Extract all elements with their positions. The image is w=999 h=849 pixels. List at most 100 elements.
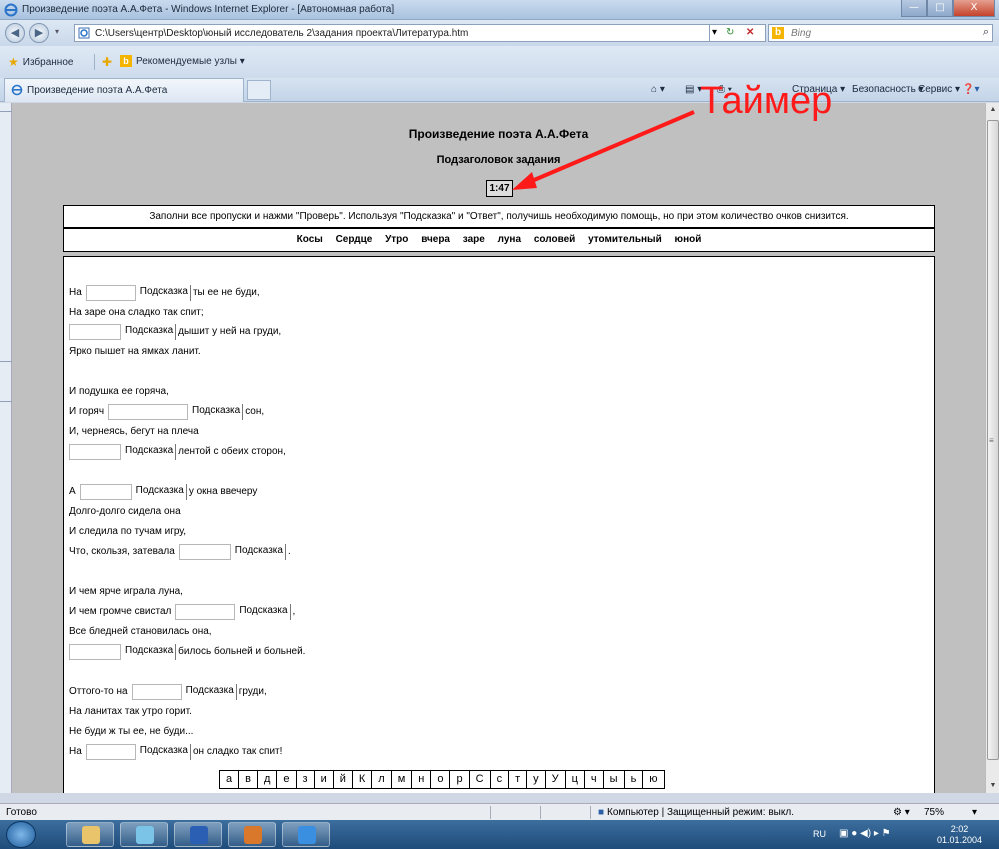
zoom-dropdown-icon[interactable]: ▾ [972,807,977,818]
letter-button[interactable]: ь [624,770,644,789]
stop-icon[interactable]: ✕ [746,27,754,38]
letter-button[interactable]: ц [565,770,585,789]
letter-button[interactable]: ч [584,770,604,789]
gap-input[interactable] [85,285,136,301]
word-bank-item: луна [497,234,522,245]
language-indicator[interactable]: RU [813,829,826,839]
address-input[interactable]: C:\Users\центр\Desktop\юный исследовател… [74,24,710,42]
taskbar-network[interactable] [120,822,168,847]
clock[interactable]: 2:02 01.01.2004 [937,824,982,846]
taskbar-ie[interactable] [282,822,330,847]
poem-line: На Подсказка он сладко так спит! [69,743,282,761]
start-button[interactable] [6,821,36,848]
poem-line: И чем ярче играла луна, [69,583,187,601]
minimize-button[interactable]: — [901,0,927,17]
search-box[interactable]: b Bing ⌕ [768,24,993,42]
page-viewport: Произведение поэта А.А.Фета Подзаголовок… [12,103,985,793]
service-menu[interactable]: Сервис ▾ [918,84,960,95]
letter-button[interactable]: н [412,770,432,789]
poem-line: На ланитах так утро горит. [69,703,196,721]
letter-button[interactable]: С [469,770,491,789]
gap-input[interactable] [85,744,136,760]
forward-button[interactable]: ▶ [29,23,49,43]
help-icon[interactable]: ❓▾ [962,84,979,95]
address-tools: ▾ ↻ ✕ [710,24,766,42]
address-dropdown-icon[interactable]: ▾ [712,27,717,38]
letter-button[interactable]: а [219,770,240,789]
hint-button[interactable]: Подсказка [121,444,177,460]
scroll-down-icon[interactable]: ▼ [987,779,999,793]
gap-input[interactable] [69,444,121,460]
letter-button[interactable]: й [333,770,353,789]
letter-button[interactable]: с [490,770,510,789]
tab-label: Произведение поэта А.А.Фета [27,85,168,96]
suggested-sites-button[interactable]: b Рекомендуемые узлы ▾ [120,55,245,67]
poem-text: На ланитах так утро горит. [69,706,192,717]
gap-input[interactable] [175,604,236,620]
close-button[interactable]: X [953,0,995,17]
gap-input[interactable] [79,484,132,500]
letter-button[interactable]: о [431,770,451,789]
star-icon: ★ [8,55,19,69]
taskbar-app[interactable] [228,822,276,847]
hint-button[interactable]: Подсказка [188,404,244,420]
letter-button[interactable]: в [239,770,258,789]
letter-button[interactable]: у [527,770,546,789]
security-menu[interactable]: Безопасность ▾ [852,84,924,95]
gap-input[interactable] [131,684,182,700]
zoom-level[interactable]: 75% [924,807,944,818]
letter-button[interactable]: т [509,770,528,789]
security-zone[interactable]: ■ Компьютер | Защищенный режим: выкл. [598,807,794,818]
refresh-icon[interactable]: ↻ [726,27,734,38]
vertical-scrollbar[interactable]: ▲ ≡ ▼ [985,103,999,793]
letter-button[interactable]: з [296,770,315,789]
letter-button[interactable]: д [257,770,278,789]
tab-poem[interactable]: Произведение поэта А.А.Фета [4,78,244,102]
taskbar-explorer[interactable] [66,822,114,847]
favorites-button[interactable]: ★ Избранное [8,55,73,69]
hint-button[interactable]: Подсказка [235,604,291,620]
hint-button[interactable]: Подсказка [231,544,286,560]
search-icon[interactable]: ⌕ [983,26,989,39]
hint-button[interactable]: Подсказка [136,285,191,301]
poem-line: Подсказка дышит у ней на груди, [69,323,281,341]
gap-input[interactable] [108,404,189,420]
gap-input[interactable] [178,544,231,560]
history-dropdown-icon[interactable]: ▾ [55,27,59,36]
poem-text: И чем громче свистал [69,606,172,617]
add-star-icon: ✚ [102,55,113,69]
special-chars-bar: авдезийКлмнорСстуУцчыью [219,770,665,789]
letter-button[interactable]: и [314,770,334,789]
hint-button[interactable]: Подсказка [182,684,237,700]
letter-button[interactable]: У [545,770,566,789]
hint-button[interactable]: Подсказка [121,324,177,340]
letter-button[interactable]: р [450,770,470,789]
search-placeholder: Bing [791,28,812,39]
letter-button[interactable]: К [352,770,373,789]
hint-button[interactable]: Подсказка [132,484,187,500]
maximize-button[interactable]: □ [927,0,953,17]
status-bar: Готово ■ Компьютер | Защищенный режим: в… [0,803,999,820]
hint-button[interactable]: Подсказка [136,744,191,760]
letter-button[interactable]: л [372,770,392,789]
tray-icons[interactable]: ▣ ● ◀) ▸ ⚑ [839,828,891,839]
status-divider [490,806,491,819]
letter-button[interactable]: м [391,770,413,789]
poem-text: На [69,287,82,298]
bing-suggest-icon: b [120,55,132,67]
letter-button[interactable]: ы [603,770,625,789]
home-icon[interactable]: ⌂ ▾ [651,84,665,95]
scroll-up-icon[interactable]: ▲ [987,103,999,117]
folder-icon [82,826,100,844]
poem-text: Оттого-то на [69,686,128,697]
gap-input[interactable] [69,324,121,340]
letter-button[interactable]: е [277,770,297,789]
back-button[interactable]: ◀ [5,23,25,43]
taskbar-word[interactable] [174,822,222,847]
hint-button[interactable]: Подсказка [121,644,177,660]
add-favorites-icon[interactable]: ✚ [102,55,112,69]
letter-button[interactable]: ю [643,770,665,789]
gap-input[interactable] [69,644,121,660]
zone-settings-icon[interactable]: ⚙ ▾ [893,807,910,818]
new-tab-button[interactable] [247,80,271,100]
